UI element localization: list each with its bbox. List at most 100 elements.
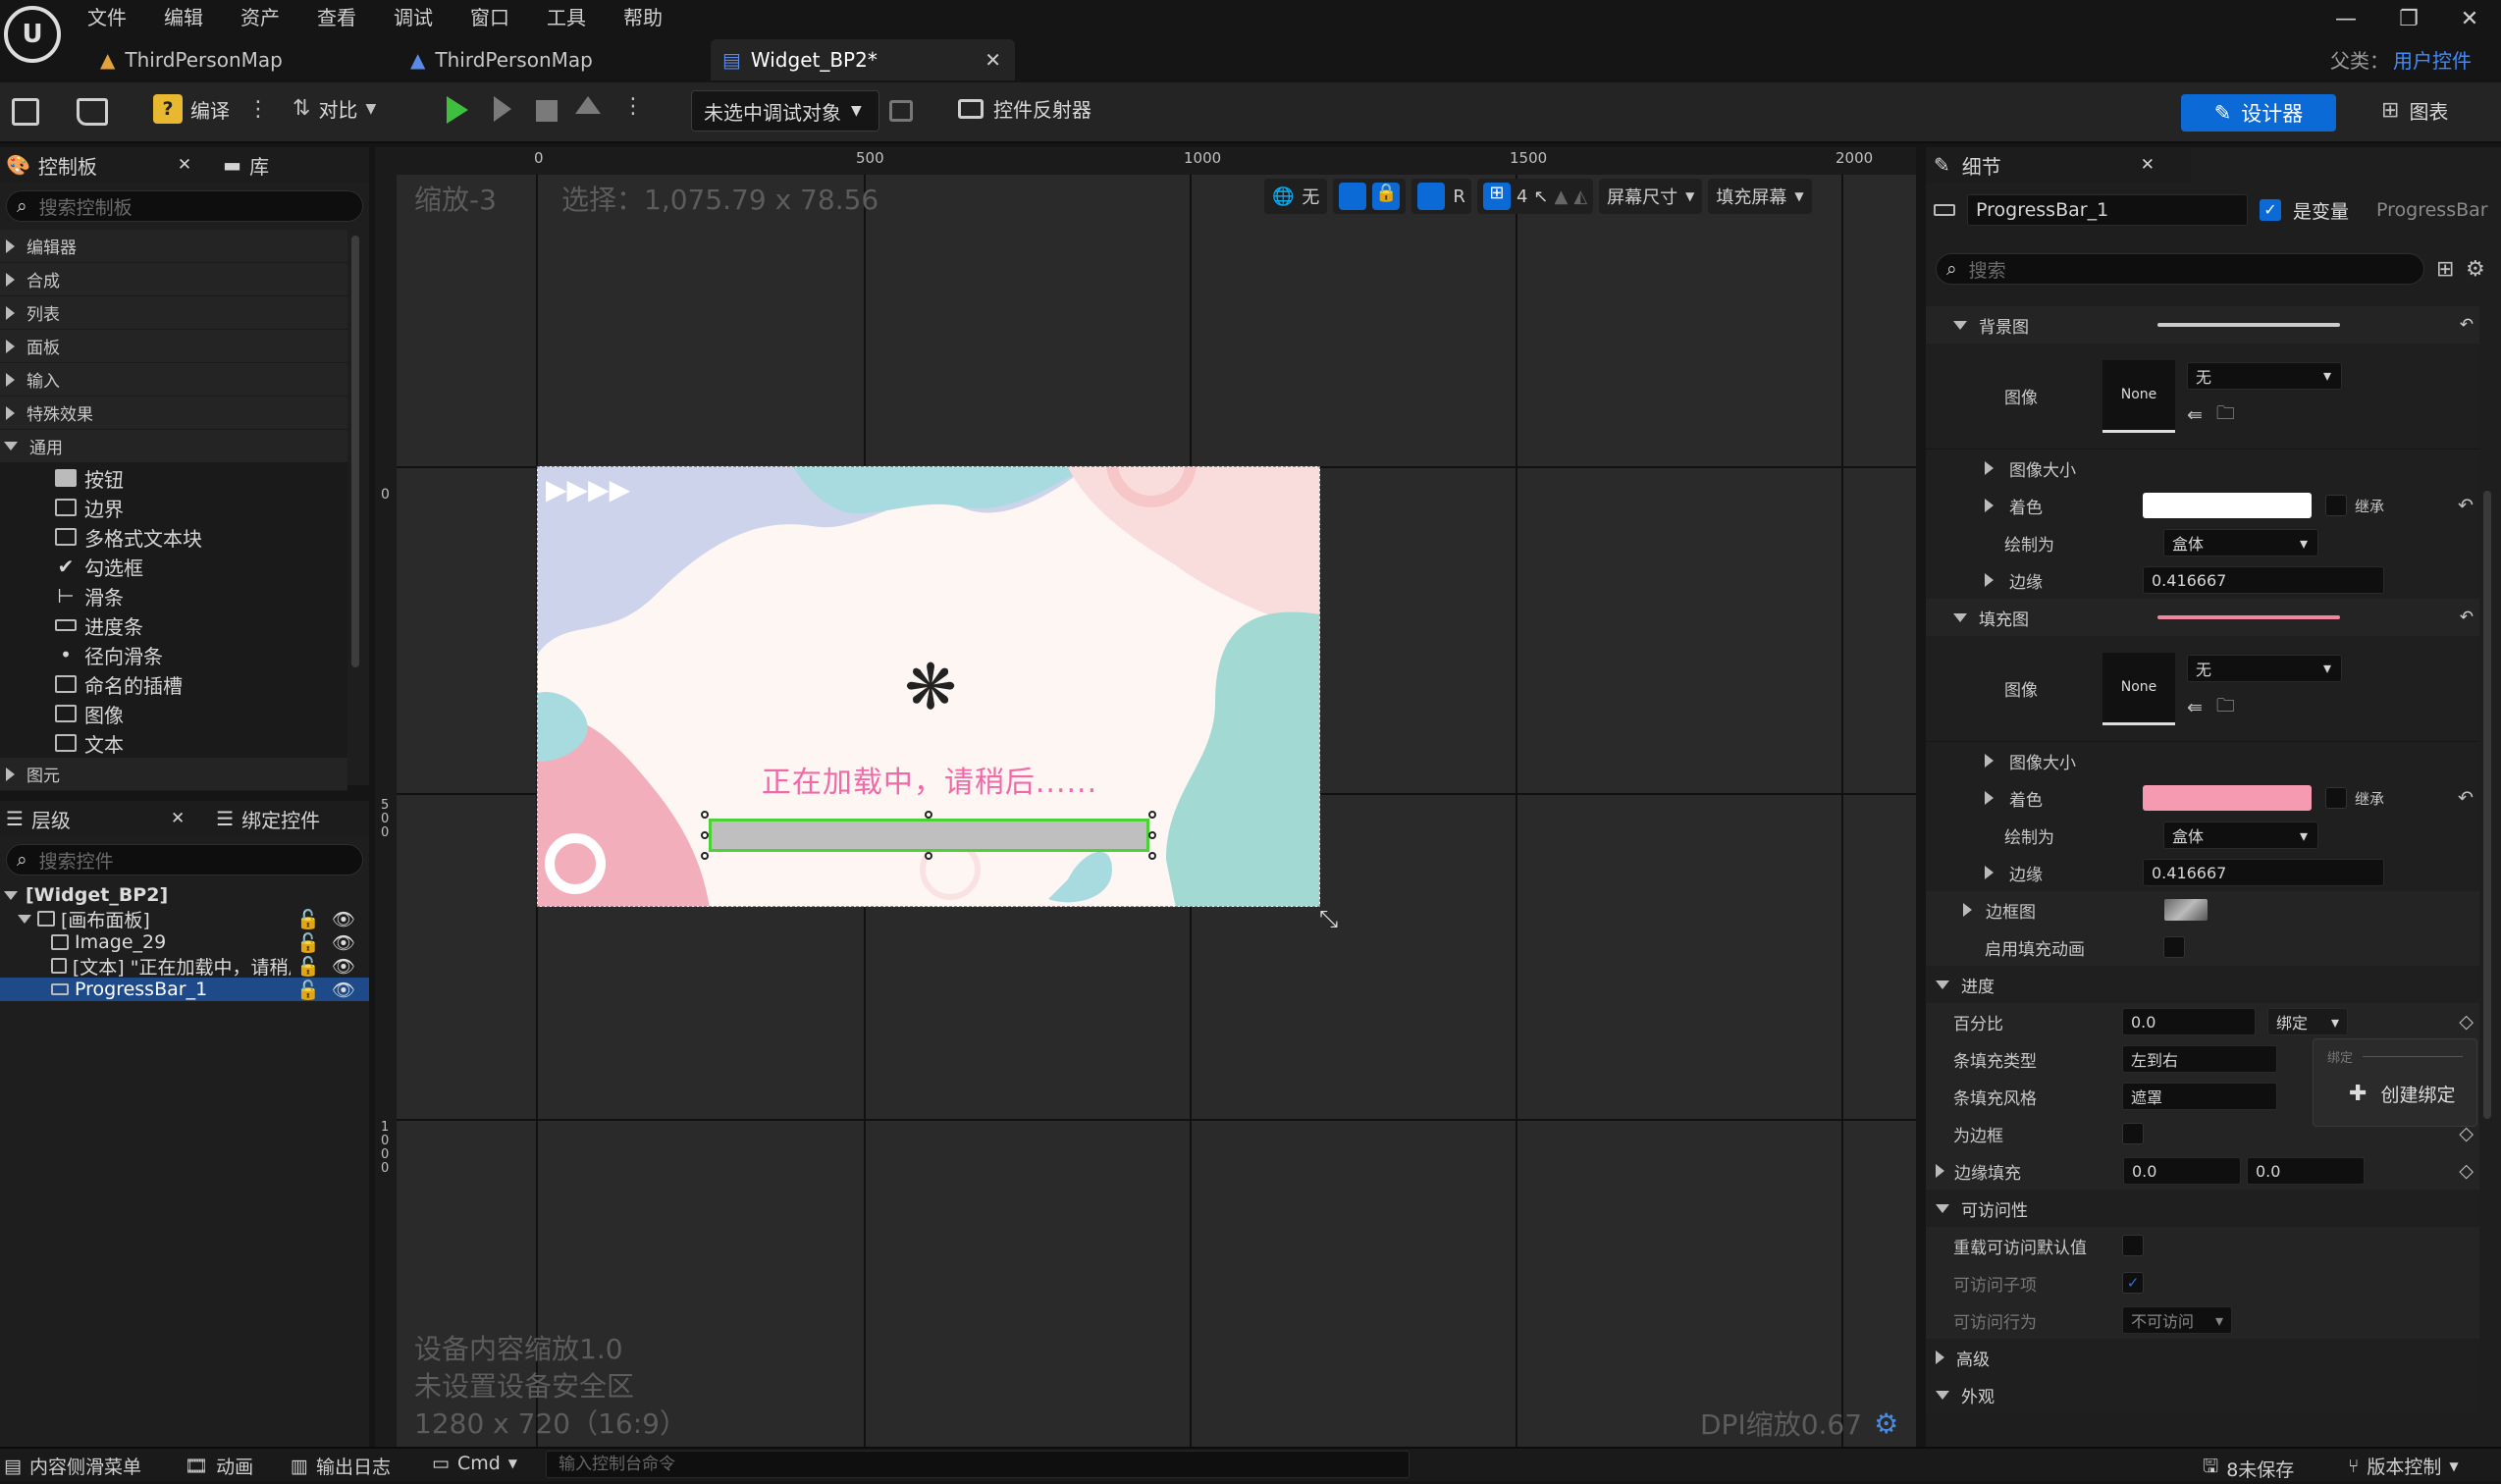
margin-input[interactable]: 0.416667 (2143, 859, 2384, 886)
menu-edit[interactable]: 编辑 (145, 1, 222, 34)
section-fill-image[interactable]: 填充图 ↶ (1926, 599, 2479, 636)
bg-image-thumbnail[interactable]: None (2102, 359, 2175, 433)
use-selected-icon[interactable]: ⇚ (2187, 404, 2203, 426)
palette-item-slider[interactable]: ⊢ 滑条 (55, 581, 347, 610)
fill-anim-checkbox[interactable] (2163, 936, 2185, 958)
browse-asset-icon[interactable]: 🗀 (2216, 399, 2235, 431)
palette-item-richtext[interactable]: 多格式文本块 (55, 522, 347, 552)
widget-canvas[interactable]: ▶▶▶▶ ❋ 正在加载中，请稍后...... (537, 466, 1320, 907)
output-log-button[interactable]: ▥ 输出日志 (291, 1453, 391, 1479)
bg-image-size-row[interactable]: 图像大小 (1926, 450, 2479, 487)
bind-widgets-tab[interactable]: 绑定控件 (241, 805, 320, 833)
details-scrollbar[interactable] (2483, 491, 2491, 1119)
menu-file[interactable]: 文件 (69, 1, 145, 34)
keyframe-diamond-icon[interactable]: ◇ (2459, 1160, 2474, 1182)
browse-icon[interactable] (77, 98, 108, 126)
unreal-logo-icon[interactable]: U (4, 6, 61, 63)
create-binding-item[interactable]: ✚ 创建绑定 (2314, 1073, 2476, 1114)
resize-handle[interactable] (701, 811, 709, 819)
canvas-resize-icon[interactable]: ⤡ (1319, 905, 1338, 932)
expand-icon[interactable] (1936, 1164, 1944, 1178)
palette-item-image[interactable]: 图像 (55, 699, 347, 728)
palette-search-input[interactable]: ⌕ 搜索控制板 (6, 190, 363, 222)
animation-button[interactable]: 🎞 动画 (185, 1453, 253, 1479)
tree-item-root[interactable]: [Widget_BP2] (0, 883, 369, 907)
expand-icon[interactable] (1985, 866, 1994, 879)
override-access-checkbox[interactable] (2122, 1235, 2144, 1256)
resize-handle[interactable] (1148, 852, 1156, 860)
tree-item-image[interactable]: Image_29 🔓 👁 (0, 930, 369, 954)
close-tab-icon[interactable]: ✕ (984, 48, 1001, 72)
is-marquee-checkbox[interactable] (2122, 1123, 2144, 1144)
fill-image-thumbnail[interactable]: None (2102, 652, 2175, 725)
palette-item-text[interactable]: 文本 (55, 728, 347, 758)
lock-icon[interactable]: 🔓 (296, 955, 320, 978)
section-background-image[interactable]: 背景图 ↶ (1926, 306, 2479, 344)
unsaved-button[interactable]: 🖫 8未保存 (2203, 1453, 2294, 1484)
menu-tools[interactable]: 工具 (528, 1, 605, 34)
palette-item-button[interactable]: 按钮 (55, 463, 347, 493)
parent-class-link[interactable]: 用户控件 (2393, 45, 2472, 74)
stop-icon[interactable] (536, 100, 558, 122)
close-icon[interactable]: ✕ (178, 155, 191, 175)
close-window-icon[interactable]: ✕ (2450, 4, 2489, 33)
designer-button[interactable]: ✎ 设计器 (2181, 94, 2336, 132)
fill-screen-dropdown[interactable]: 填充屏幕 ▼ (1708, 179, 1812, 214)
resize-handle[interactable] (1148, 831, 1156, 839)
fill-tint-swatch[interactable] (2143, 785, 2312, 811)
tree-item-progressbar[interactable]: ProgressBar_1 🔓 👁 (0, 978, 369, 1001)
use-selected-icon[interactable]: ⇚ (2187, 697, 2203, 718)
menu-window[interactable]: 窗口 (452, 1, 528, 34)
expand-icon[interactable] (1963, 903, 1972, 917)
reset-icon[interactable]: ↶ (2458, 495, 2474, 516)
hierarchy-search-input[interactable]: ⌕ 搜索控件 (6, 844, 363, 875)
details-tab[interactable]: 细节 (1962, 151, 2129, 180)
tab-thirdpersonmap-2[interactable]: ▲ ThirdPersonMap (404, 39, 699, 80)
restore-icon[interactable]: ❐ (2389, 4, 2428, 33)
palette-item-progressbar[interactable]: 进度条 (55, 610, 347, 640)
section-progress[interactable]: 进度 (1926, 966, 2479, 1003)
step-icon[interactable] (494, 96, 511, 122)
category-primitive[interactable]: 图元 (0, 758, 347, 791)
palette-item-namedslot[interactable]: 命名的插槽 (55, 669, 347, 699)
access-behavior-dropdown[interactable]: 不可访问 ▾ (2122, 1306, 2232, 1334)
draw-as-dropdown[interactable]: 盒体 ▾ (2163, 822, 2318, 849)
resize-handle[interactable] (701, 831, 709, 839)
cmd-dropdown[interactable]: ▭ Cmd ▼ (432, 1453, 517, 1474)
source-control-button[interactable]: ⑂ 版本控制 ▼ (2348, 1453, 2459, 1479)
settings-gear-icon[interactable]: ⚙ (2466, 257, 2485, 282)
border-image-swatch[interactable] (2164, 899, 2208, 921)
expand-icon[interactable] (1985, 573, 1994, 587)
play-icon[interactable] (447, 96, 468, 124)
section-accessibility[interactable]: 可访问性 (1926, 1190, 2479, 1227)
lock-icon[interactable]: 🔓 (296, 908, 320, 930)
keyframe-diamond-icon[interactable]: ◇ (2459, 1011, 2474, 1033)
eye-icon[interactable]: 👁 (332, 979, 355, 1001)
margin-input[interactable]: 0.416667 (2143, 566, 2384, 594)
category-effects[interactable]: 特殊效果 (0, 397, 347, 430)
close-icon[interactable]: ✕ (171, 809, 185, 828)
content-drawer-button[interactable]: ▤ 内容侧滑菜单 (4, 1453, 141, 1479)
minimize-icon[interactable]: — (2326, 4, 2366, 33)
bind-dropdown[interactable]: 绑定 ▾ (2267, 1008, 2348, 1035)
reset-icon[interactable]: ↶ (2460, 608, 2474, 627)
draw-as-dropdown[interactable]: 盒体 ▾ (2163, 529, 2318, 556)
tree-item-canvas[interactable]: [画布面板] 🔓 👁 (0, 907, 369, 931)
table-view-icon[interactable]: ⊞ (2436, 257, 2454, 282)
tree-item-text[interactable]: [文本] "正在加载中，请稍后 🔓 👁 (0, 954, 369, 979)
is-variable-checkbox[interactable]: ✓ (2260, 199, 2281, 221)
palette-item-border[interactable]: 边界 (55, 493, 347, 522)
expand-icon[interactable] (1985, 791, 1994, 805)
category-list[interactable]: 列表 (0, 296, 347, 330)
reset-icon[interactable]: ↶ (2460, 315, 2474, 335)
category-common[interactable]: 通用 (0, 430, 347, 463)
palette-tab[interactable]: 控制板 (38, 151, 136, 180)
details-search-input[interactable]: ⌕ 搜索 (1936, 253, 2424, 285)
palette-item-checkbox[interactable]: ✔ 勾选框 (55, 552, 347, 581)
reset-icon[interactable]: ↶ (2458, 787, 2474, 809)
menu-asset[interactable]: 资产 (222, 1, 298, 34)
menu-view[interactable]: 查看 (298, 1, 375, 34)
grid-size-group[interactable]: ⊞ 4 ↖ ▲ ◭ (1476, 179, 1594, 214)
graph-button[interactable]: ⊞ 图表 (2381, 96, 2448, 125)
widget-name-input[interactable]: ProgressBar_1 (1967, 194, 2248, 226)
